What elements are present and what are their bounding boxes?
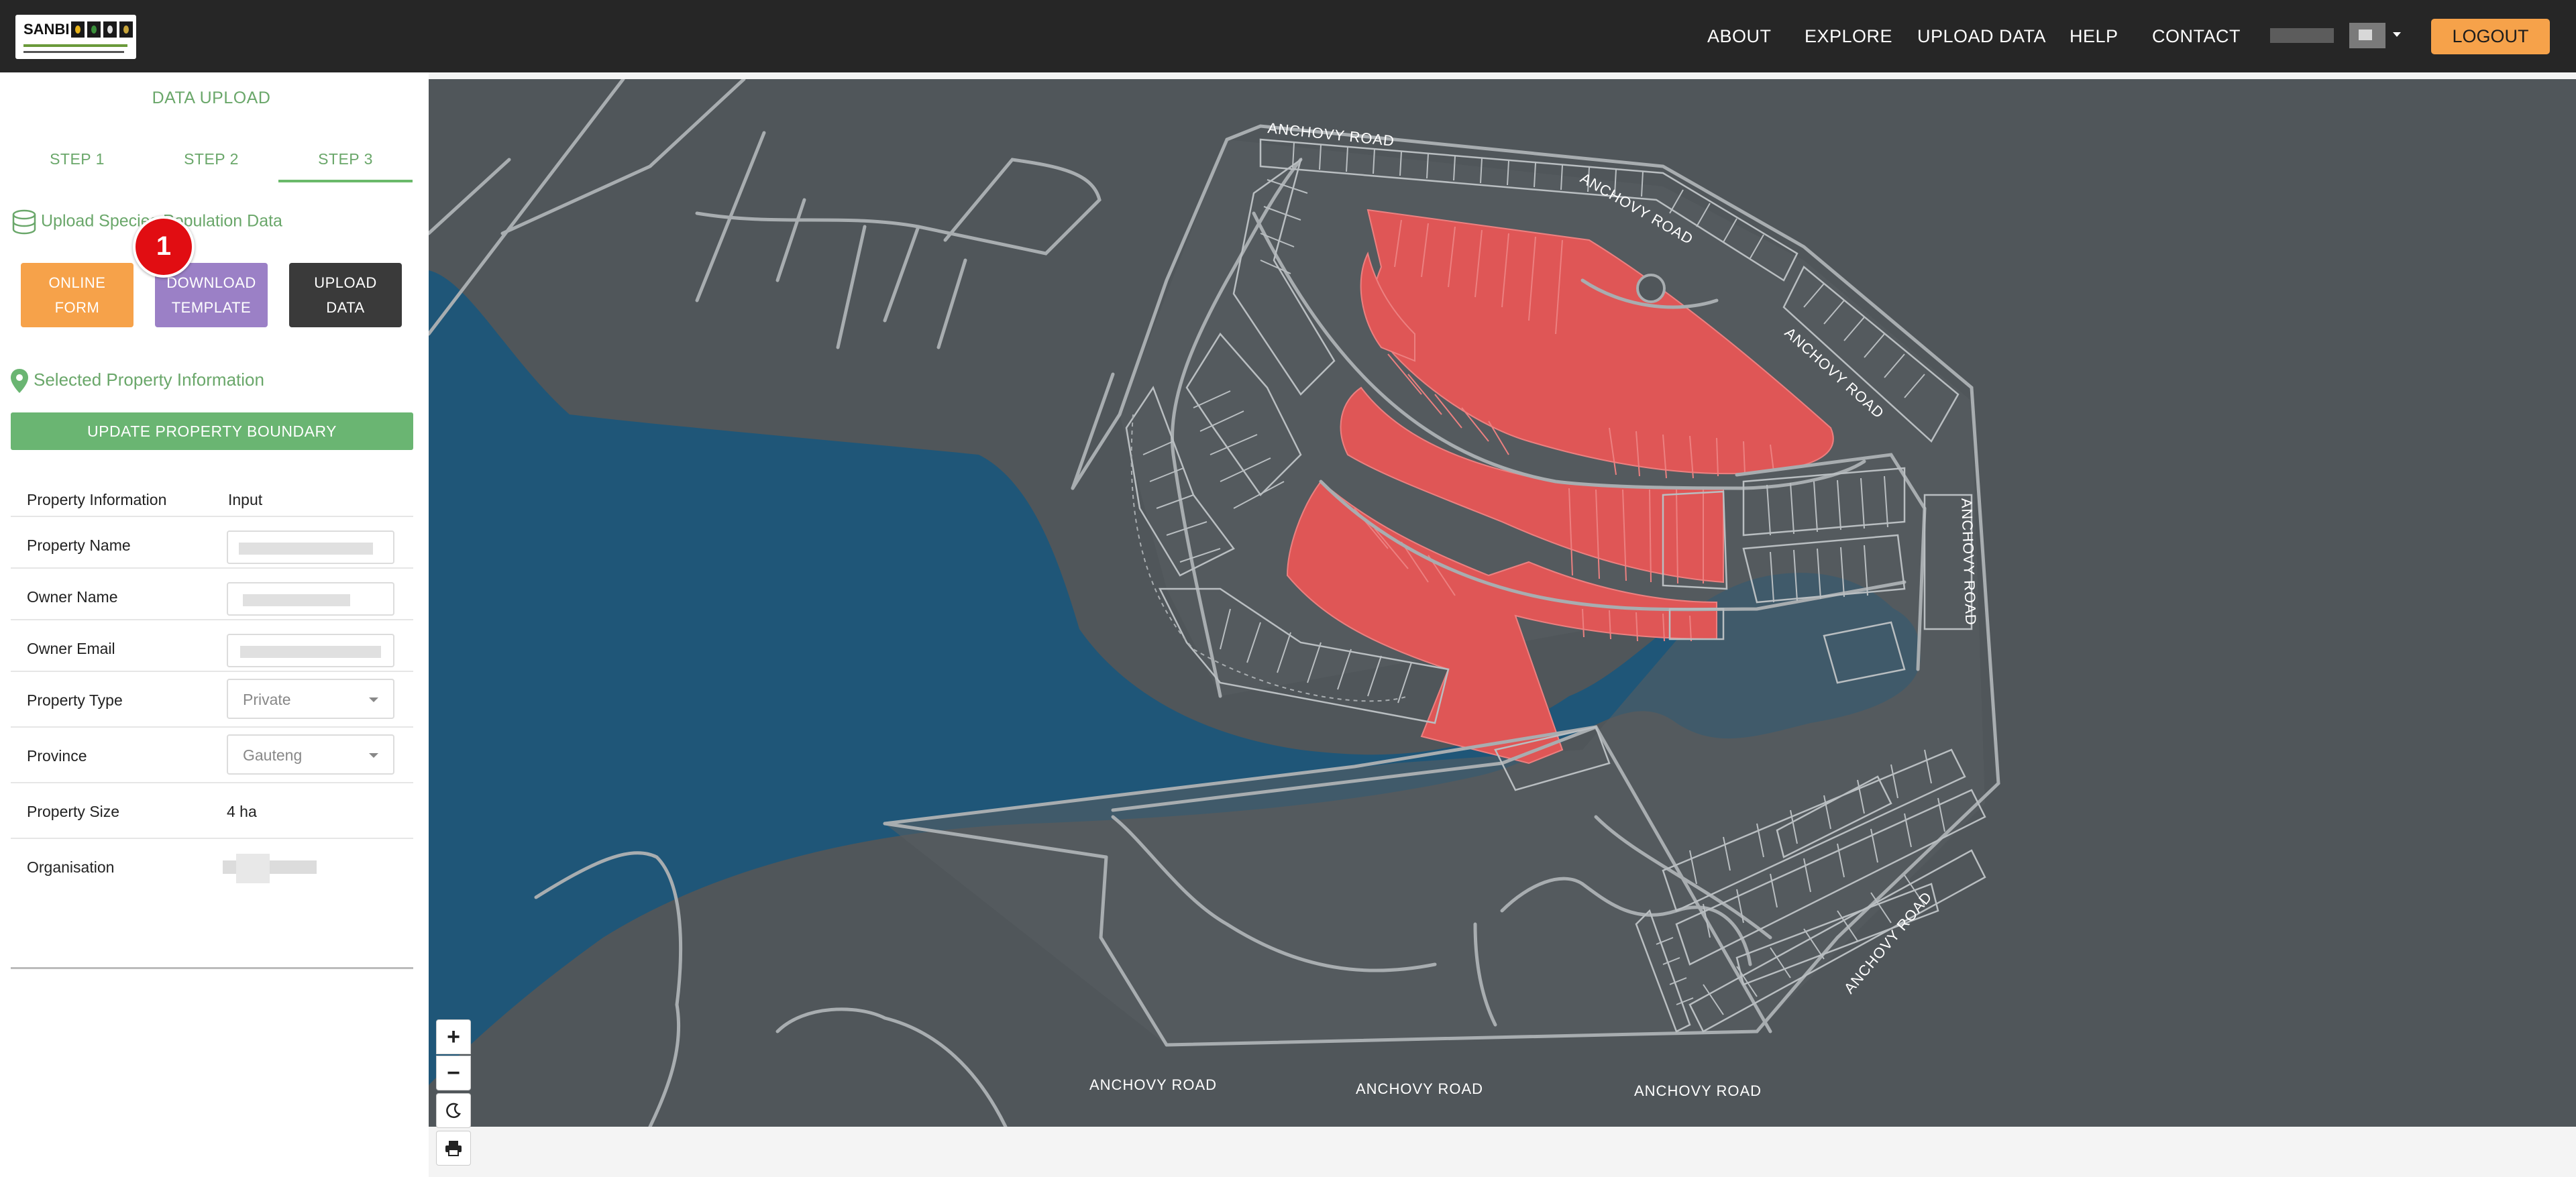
moon-icon <box>446 1103 462 1119</box>
user-name-redacted <box>2270 28 2334 43</box>
road-label: ANCHOVY ROAD <box>1089 1076 1217 1093</box>
logo-tagline-bar <box>23 44 127 47</box>
dark-mode-toggle[interactable] <box>436 1093 471 1128</box>
sanbi-logo[interactable]: SANBI <box>15 15 136 59</box>
province-select[interactable]: Gauteng <box>227 734 394 775</box>
logo-mark-icon <box>119 21 133 38</box>
chevron-down-icon <box>369 697 378 702</box>
logo-tagline <box>23 51 124 53</box>
logo-text: SANBI <box>23 21 70 38</box>
tab-step-3[interactable]: STEP 3 <box>278 150 413 168</box>
row-label: Owner Email <box>27 640 115 657</box>
top-navbar: SANBI ABOUT EXPLORE UPLOAD DATA HELP CON… <box>0 0 2576 72</box>
chevron-down-icon <box>369 753 378 758</box>
organisation-value-redacted <box>223 854 317 883</box>
table-row: Organisation <box>11 839 413 895</box>
property-name-field[interactable] <box>227 530 394 564</box>
tab-step-2[interactable]: STEP 2 <box>144 150 278 168</box>
online-form-label: ONLINE <box>48 274 106 291</box>
province-value: Gauteng <box>243 746 303 764</box>
online-form-label: FORM <box>54 299 100 316</box>
nav-help[interactable]: HELP <box>2070 26 2118 47</box>
database-icon <box>12 209 36 235</box>
road-label: ANCHOVY ROAD <box>1356 1080 1483 1097</box>
active-tab-indicator <box>278 180 413 182</box>
map-footer <box>429 1127 2576 1177</box>
logo-mark-icon <box>103 21 117 38</box>
row-label: Property Size <box>27 803 120 820</box>
row-label: Owner Name <box>27 588 118 606</box>
row-label: Organisation <box>27 858 115 876</box>
nav-explore[interactable]: EXPLORE <box>1805 26 1892 47</box>
logout-button[interactable]: LOGOUT <box>2431 19 2550 54</box>
print-button[interactable] <box>436 1131 471 1166</box>
column-header: Property Information <box>27 491 167 508</box>
owner-email-field[interactable] <box>227 634 394 667</box>
road-label: ANCHOVY ROAD <box>1634 1082 1762 1099</box>
map-canvas[interactable]: ANCHOVY ROAD ANCHOVY ROAD ANCHOVY ROAD A… <box>429 79 2576 1127</box>
upload-data-label: DATA <box>326 299 365 316</box>
chevron-down-icon <box>2393 32 2401 37</box>
row-label: Province <box>27 747 87 765</box>
row-label: Property Type <box>27 691 123 709</box>
roundabout <box>1636 274 1666 303</box>
owner-name-field[interactable] <box>227 582 394 616</box>
property-size-value: 4 ha <box>227 803 257 820</box>
nav-contact[interactable]: CONTACT <box>2152 26 2241 47</box>
divider <box>11 967 413 969</box>
selected-property-label: Selected Property Information <box>34 369 264 390</box>
logo-mark-icon <box>71 21 85 38</box>
table-row: Province Gauteng <box>11 728 413 783</box>
tab-step-1[interactable]: STEP 1 <box>10 150 144 168</box>
table-header-row: Property Information Input <box>11 478 413 517</box>
column-header: Input <box>228 491 263 508</box>
sidebar-title: DATA UPLOAD <box>152 89 271 107</box>
selected-property-heading: Selected Property Information <box>9 368 264 394</box>
row-label: Property Name <box>27 537 131 554</box>
data-upload-sidebar: DATA UPLOAD STEP 1 STEP 2 STEP 3 Upload … <box>0 72 429 1177</box>
table-row: Owner Name <box>11 569 413 620</box>
upload-data-label: UPLOAD <box>314 274 377 291</box>
property-info-table: Property Information Input Property Name… <box>11 478 413 895</box>
printer-icon <box>445 1141 462 1156</box>
nav-about[interactable]: ABOUT <box>1707 26 1772 47</box>
table-row: Property Type Private <box>11 672 413 728</box>
zoom-out-button[interactable]: − <box>436 1056 471 1090</box>
avatar-detail <box>2359 30 2372 40</box>
property-type-value: Private <box>243 691 291 708</box>
zoom-in-button[interactable]: + <box>436 1019 471 1054</box>
online-form-button[interactable]: ONLINE FORM <box>21 263 133 327</box>
step-badge: 1 <box>133 216 195 278</box>
user-menu[interactable] <box>2270 20 2404 51</box>
update-property-boundary-button[interactable]: UPDATE PROPERTY BOUNDARY <box>11 412 413 450</box>
upload-data-button[interactable]: UPLOAD DATA <box>289 263 402 327</box>
map-layer: ANCHOVY ROAD ANCHOVY ROAD ANCHOVY ROAD A… <box>429 79 2000 1127</box>
nav-upload-data[interactable]: UPLOAD DATA <box>1917 26 2046 47</box>
property-type-select[interactable]: Private <box>227 679 394 719</box>
map-pin-icon <box>11 369 28 393</box>
table-row: Property Size 4 ha <box>11 783 413 839</box>
table-row: Property Name <box>11 517 413 569</box>
table-row: Owner Email <box>11 620 413 672</box>
download-template-label: TEMPLATE <box>171 299 252 316</box>
logo-mark-icon <box>87 21 101 38</box>
